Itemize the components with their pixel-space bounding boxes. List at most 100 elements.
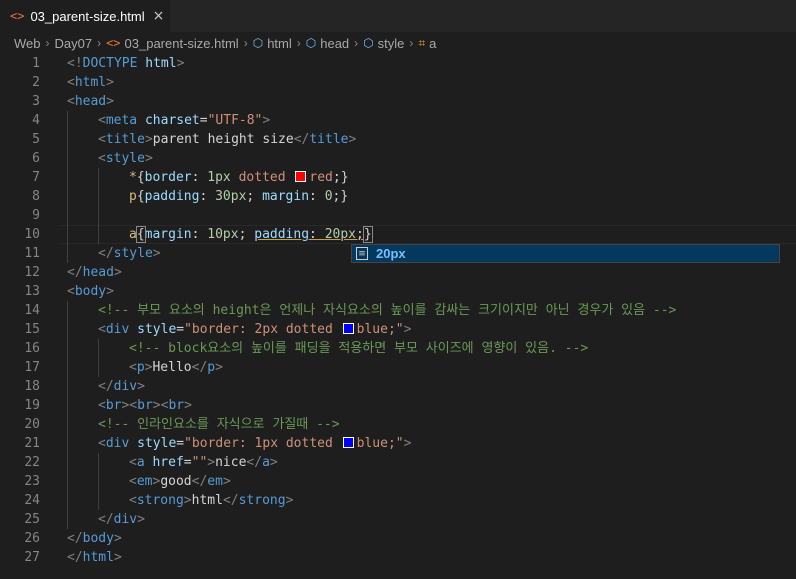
- code-token: style: [137, 322, 177, 337]
- code-line[interactable]: 14 <!-- 부모 요소의 height은 언제나 자식요소의 높이를 감싸는 …: [0, 301, 796, 320]
- code-token: <: [98, 132, 106, 147]
- code-line[interactable]: 20 <!-- 인라인요소를 자식으로 가질때 -->: [0, 415, 796, 434]
- code-line[interactable]: 2 <html>: [0, 73, 796, 92]
- code-line[interactable]: 9: [0, 206, 796, 225]
- code-line[interactable]: 7 *{border: 1px dotted red;}: [0, 168, 796, 187]
- indent-guide: [98, 358, 99, 377]
- code-line[interactable]: 24 <strong>html</strong>: [0, 491, 796, 510]
- code-line[interactable]: 10 a{margin: 10px; padding: 20px;}: [0, 225, 796, 244]
- code-token: <: [98, 151, 106, 166]
- breadcrumb-item[interactable]: ⬡ html: [253, 36, 292, 51]
- code-text: <!-- 부모 요소의 height은 언제나 자식요소의 높이를 감싸는 크기…: [98, 301, 676, 320]
- breadcrumb-item[interactable]: ⌗ a: [418, 36, 436, 51]
- code-text: a{margin: 10px; padding: 20px;}: [129, 225, 373, 244]
- breadcrumb-item[interactable]: ⬡ style: [363, 36, 404, 51]
- code-token: =: [176, 436, 185, 451]
- line-number: 9: [32, 208, 40, 223]
- code-line[interactable]: 16 <!-- block요소의 높이를 패딩을 적용하면 부모 사이즈에 영향이…: [0, 339, 796, 358]
- code-token: ><: [121, 398, 138, 413]
- code-token: <!-- 인라인요소를 자식으로 가질때 -->: [98, 417, 340, 432]
- indent-guide: [67, 149, 68, 168]
- code-token: >: [144, 151, 153, 166]
- code-line[interactable]: 15 <div style="border: 2px dotted blue;">: [0, 320, 796, 339]
- code-text: <meta charset="UTF-8">: [98, 111, 270, 130]
- code-line[interactable]: 8 p{padding: 30px; margin: 0;}: [0, 187, 796, 206]
- code-token: </: [98, 246, 114, 261]
- code-token: "": [191, 455, 208, 470]
- code-token: style: [113, 246, 153, 261]
- code-token: </: [67, 531, 83, 546]
- code-line[interactable]: 23 <em>good</em>: [0, 472, 796, 491]
- color-swatch[interactable]: [342, 323, 354, 334]
- code-token: meta: [105, 113, 138, 128]
- code-token: <: [67, 75, 75, 90]
- code-line[interactable]: 22 <a href="">nice</a>: [0, 453, 796, 472]
- tab-title: 03_parent-size.html: [30, 8, 145, 24]
- code-line[interactable]: 1 <!DOCTYPE html>: [0, 54, 796, 73]
- code-token: div: [105, 322, 130, 337]
- code-token: >: [144, 132, 153, 147]
- code-token: br: [137, 398, 153, 413]
- code-token: br: [168, 398, 185, 413]
- suggestion-item[interactable]: ≡ 20px: [351, 244, 780, 263]
- color-swatch[interactable]: [342, 437, 354, 448]
- indent-guide: [67, 434, 68, 453]
- code-line[interactable]: 19 <br><br><br>: [0, 396, 796, 415]
- code-text: </body>: [67, 529, 122, 548]
- editor-tab[interactable]: <> 03_parent-size.html ×: [0, 0, 170, 32]
- code-line[interactable]: 27 </html>: [0, 548, 796, 567]
- close-icon[interactable]: ×: [153, 8, 165, 24]
- code-line[interactable]: 6 <style>: [0, 149, 796, 168]
- line-number: 11: [24, 246, 40, 261]
- line-number: 5: [32, 132, 40, 147]
- indent-guide: [67, 111, 68, 130]
- code-text: <title>parent height size</title>: [98, 130, 356, 149]
- code-text: </style>: [98, 244, 161, 263]
- line-number: 25: [24, 512, 40, 527]
- breadcrumb-item[interactable]: <> 03_parent-size.html: [106, 36, 239, 51]
- breadcrumb-item[interactable]: Day07: [55, 36, 93, 51]
- code-token: >: [106, 284, 114, 299]
- code-line[interactable]: 4 <meta charset="UTF-8">: [0, 111, 796, 130]
- code-token: strong: [136, 493, 184, 508]
- breadcrumb-item[interactable]: ⬡ head: [306, 36, 349, 51]
- indent-guide: [67, 472, 68, 491]
- line-number: 17: [24, 360, 40, 375]
- breadcrumb-label: Day07: [54, 35, 93, 51]
- code-token: >: [113, 265, 122, 280]
- code-token: <: [98, 436, 106, 451]
- breadcrumb-label: head: [320, 35, 350, 51]
- line-number: 26: [24, 531, 40, 546]
- code-token: padding: [144, 189, 200, 204]
- line-number: 3: [32, 94, 40, 109]
- code-token: <: [129, 474, 137, 489]
- color-swatch[interactable]: [295, 171, 307, 182]
- code-editor[interactable]: 1 <!DOCTYPE html> 2 <html> 3 <head> 4 <meta cha…: [0, 54, 796, 579]
- selector-icon: ⌗: [418, 35, 426, 50]
- code-line[interactable]: 25 </div>: [0, 510, 796, 529]
- code-token: margin: [262, 189, 310, 204]
- code-line[interactable]: 17 <p>Hello</p>: [0, 358, 796, 377]
- code-token: parent height size: [152, 132, 294, 147]
- code-token: <!: [67, 56, 83, 71]
- code-line[interactable]: 26 </body>: [0, 529, 796, 548]
- indent-guide: [98, 472, 99, 491]
- line-number: 4: [32, 113, 40, 128]
- code-line[interactable]: 5 <title>parent height size</title>: [0, 130, 796, 149]
- code-line[interactable]: 21 <div style="border: 1px dotted blue;">: [0, 434, 796, 453]
- code-line[interactable]: 13 <body>: [0, 282, 796, 301]
- code-line[interactable]: 18 </div>: [0, 377, 796, 396]
- code-token: p: [136, 360, 145, 375]
- line-number: 15: [24, 322, 40, 337]
- code-token: </: [98, 379, 114, 394]
- code-line[interactable]: 12 </head>: [0, 263, 796, 282]
- breadcrumb-item[interactable]: Web: [14, 36, 41, 51]
- line-number: 16: [24, 341, 40, 356]
- code-line[interactable]: 3 <head>: [0, 92, 796, 111]
- code-token: dotted: [238, 170, 286, 185]
- indent-guide: [67, 510, 68, 529]
- code-token: br: [105, 398, 122, 413]
- code-token: </: [246, 455, 263, 470]
- code-token: title: [309, 132, 349, 147]
- code-token: >: [348, 132, 357, 147]
